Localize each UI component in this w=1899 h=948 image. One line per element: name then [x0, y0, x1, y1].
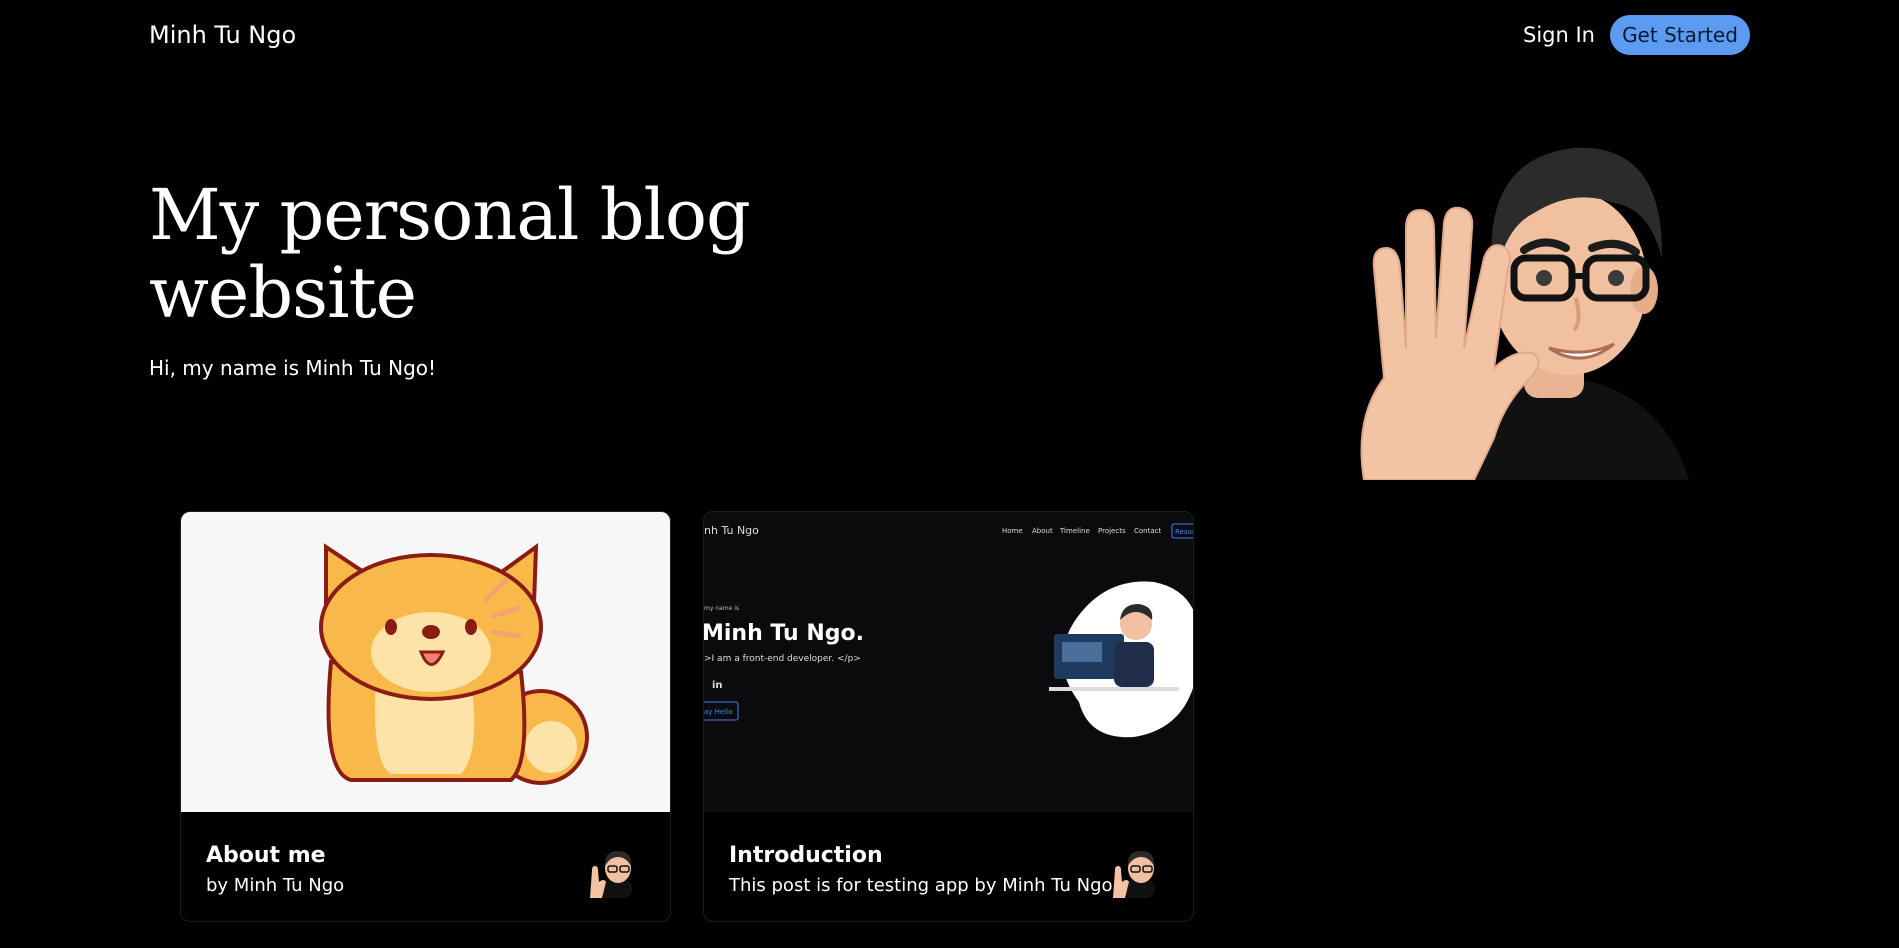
- screenshot-intro: my name is: [704, 605, 739, 612]
- screenshot-cta: ay Hello: [704, 708, 732, 716]
- hero-subtitle: Hi, my name is Minh Tu Ngo!: [149, 356, 437, 380]
- screenshot-nav-home: Home: [1002, 527, 1023, 535]
- screenshot-name: Minh Tu Ngo.: [704, 621, 864, 646]
- screenshot-linkedin: in: [712, 680, 723, 691]
- site-brand[interactable]: Minh Tu Ngo: [149, 21, 296, 49]
- post-title[interactable]: About me: [206, 843, 326, 868]
- author-avatar: [590, 851, 632, 898]
- screenshot-brand: nh Tu Ngo: [704, 524, 759, 537]
- shiba-dog-illustration: [181, 512, 670, 812]
- post-author: by Minh Tu Ngo: [206, 875, 345, 896]
- screenshot-nav-contact: Contact: [1134, 527, 1161, 535]
- memoji-avatar-waving: [1360, 147, 1689, 480]
- screenshot-resume-button: Resum: [1175, 528, 1194, 536]
- screenshot-nav-projects: Projects: [1098, 527, 1126, 535]
- portfolio-site-screenshot: nh Tu Ngo Home About Timeline Projects C…: [704, 512, 1194, 812]
- post-author: This post is for testing app by Minh Tu …: [729, 875, 1113, 896]
- hero-title: My personal blog website: [149, 174, 751, 334]
- post-card-meta: Introduction This post is for testing ap…: [704, 812, 1193, 921]
- post-card-meta: About me by Minh Tu Ngo: [181, 812, 670, 921]
- top-navbar: Minh Tu Ngo Sign In Get Started: [0, 0, 1899, 72]
- post-card[interactable]: About me by Minh Tu Ngo: [180, 511, 671, 922]
- screenshot-tagline: >I am a front-end developer. </p>: [704, 654, 861, 664]
- post-title[interactable]: Introduction: [729, 843, 883, 868]
- get-started-button[interactable]: Get Started: [1610, 15, 1750, 55]
- screenshot-nav-about: About: [1032, 527, 1053, 535]
- post-card[interactable]: nh Tu Ngo Home About Timeline Projects C…: [703, 511, 1194, 922]
- author-avatar: [1113, 851, 1155, 898]
- screenshot-nav-timeline: Timeline: [1059, 527, 1090, 535]
- sign-in-link[interactable]: Sign In: [1523, 23, 1595, 47]
